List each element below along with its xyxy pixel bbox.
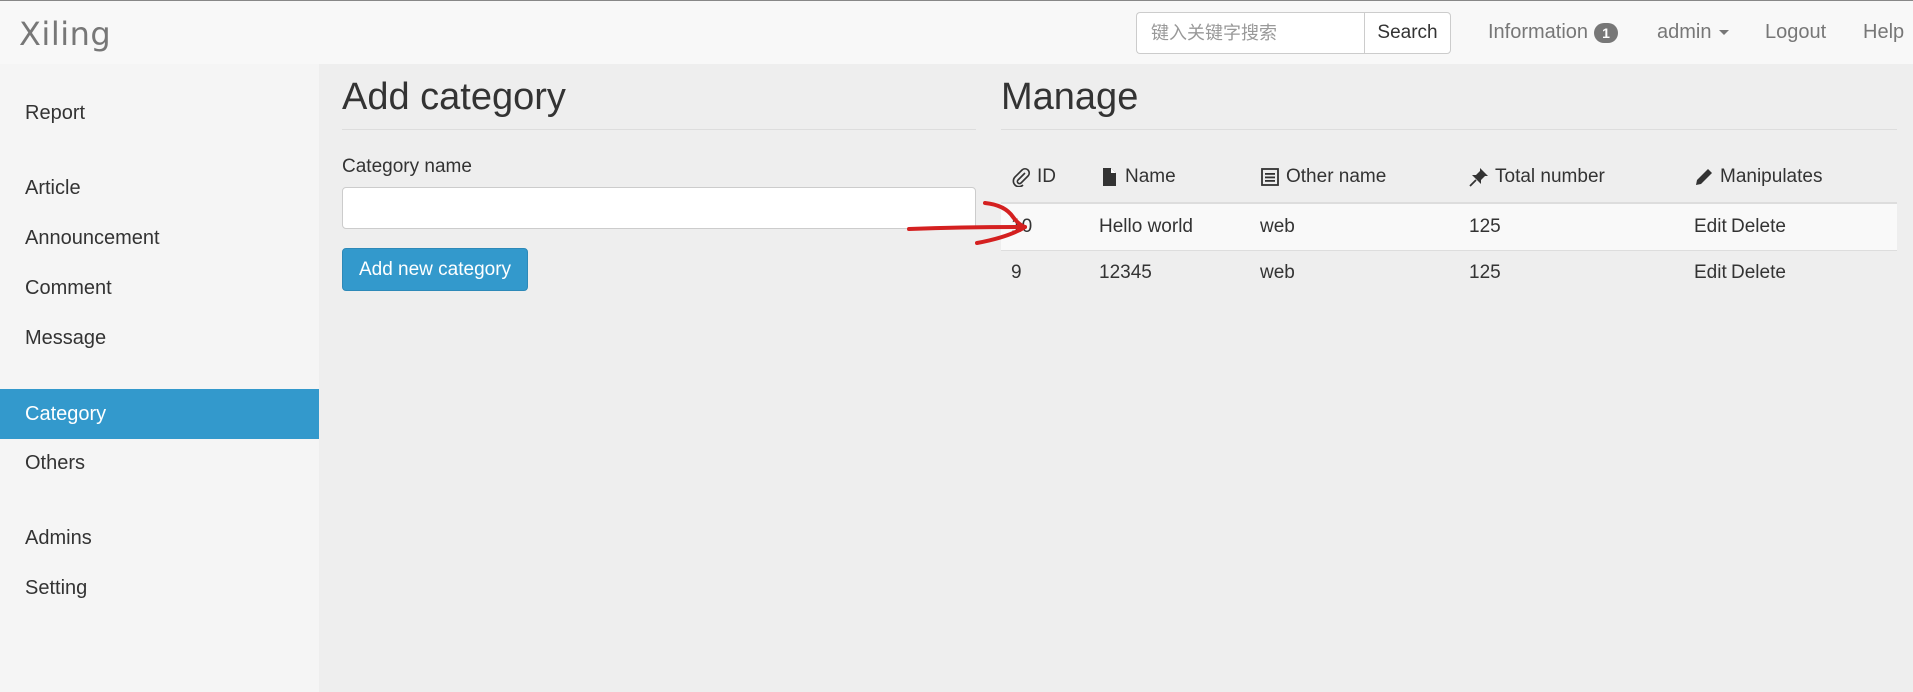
column-header-id: ID	[1011, 166, 1056, 188]
row-name: Hello world	[1099, 216, 1193, 237]
sidebar-item-report[interactable]: Report	[0, 88, 319, 138]
row-name: 12345	[1099, 262, 1152, 283]
search-form: Search	[1136, 12, 1451, 54]
nav-logout[interactable]: Logout	[1765, 21, 1826, 44]
row-id: 10	[1011, 216, 1033, 237]
row-id: 9	[1011, 262, 1022, 283]
category-name-label: Category name	[342, 156, 472, 177]
column-header-manipulates: Manipulates	[1694, 166, 1822, 188]
add-new-category-button[interactable]: Add new category	[342, 248, 528, 291]
column-header-total-number-label: Total number	[1495, 166, 1605, 187]
sidebar-item-article[interactable]: Article	[0, 163, 319, 213]
sidebar-item-category[interactable]: Category	[0, 389, 319, 439]
column-header-total-number: Total number	[1469, 166, 1605, 188]
nav-user-dropdown[interactable]: admin	[1657, 21, 1730, 44]
manage-title: Manage	[1001, 76, 1139, 118]
add-category-title: Add category	[342, 76, 566, 118]
sidebar-item-announcement[interactable]: Announcement	[0, 213, 319, 263]
row-other-name: web	[1260, 216, 1295, 237]
nav-user-label: admin	[1657, 21, 1712, 43]
edit-link[interactable]: Edit	[1694, 262, 1727, 284]
sidebar-item-setting[interactable]: Setting	[0, 563, 319, 613]
sidebar: Report Article Announcement Comment Mess…	[0, 64, 319, 692]
brand-logo[interactable]: Xiling	[19, 15, 111, 53]
nav-help[interactable]: Help	[1863, 21, 1904, 44]
row-other-name: web	[1260, 262, 1295, 283]
top-navbar: Xiling Search Information 1 admin Logout…	[0, 0, 1913, 64]
column-header-name: Name	[1099, 166, 1176, 188]
paperclip-icon	[1012, 167, 1031, 187]
column-header-name-label: Name	[1125, 166, 1176, 187]
information-count-badge: 1	[1594, 22, 1618, 43]
column-header-id-label: ID	[1037, 166, 1056, 187]
category-name-input[interactable]	[342, 187, 976, 229]
search-button[interactable]: Search	[1364, 12, 1451, 54]
column-header-other-name: Other name	[1260, 166, 1386, 188]
search-input[interactable]	[1136, 12, 1364, 54]
caret-down-icon	[1719, 30, 1730, 35]
pushpin-icon	[1469, 168, 1488, 187]
column-header-manipulates-label: Manipulates	[1720, 166, 1823, 187]
nav-information[interactable]: Information 1	[1488, 21, 1618, 44]
pencil-icon	[1696, 169, 1712, 185]
sidebar-item-message[interactable]: Message	[0, 313, 319, 363]
file-icon	[1103, 168, 1116, 186]
sidebar-item-admins[interactable]: Admins	[0, 513, 319, 563]
list-icon	[1261, 168, 1279, 186]
sidebar-item-comment[interactable]: Comment	[0, 263, 319, 313]
nav-information-label: Information	[1488, 21, 1589, 43]
edit-link[interactable]: Edit	[1694, 216, 1727, 238]
column-header-other-name-label: Other name	[1286, 166, 1387, 187]
row-total-number: 125	[1469, 216, 1501, 237]
delete-link[interactable]: Delete	[1731, 216, 1786, 238]
sidebar-item-others[interactable]: Others	[0, 438, 319, 488]
row-total-number: 125	[1469, 262, 1501, 283]
manage-divider	[1001, 129, 1897, 130]
add-category-divider	[342, 129, 976, 130]
delete-link[interactable]: Delete	[1731, 262, 1786, 284]
